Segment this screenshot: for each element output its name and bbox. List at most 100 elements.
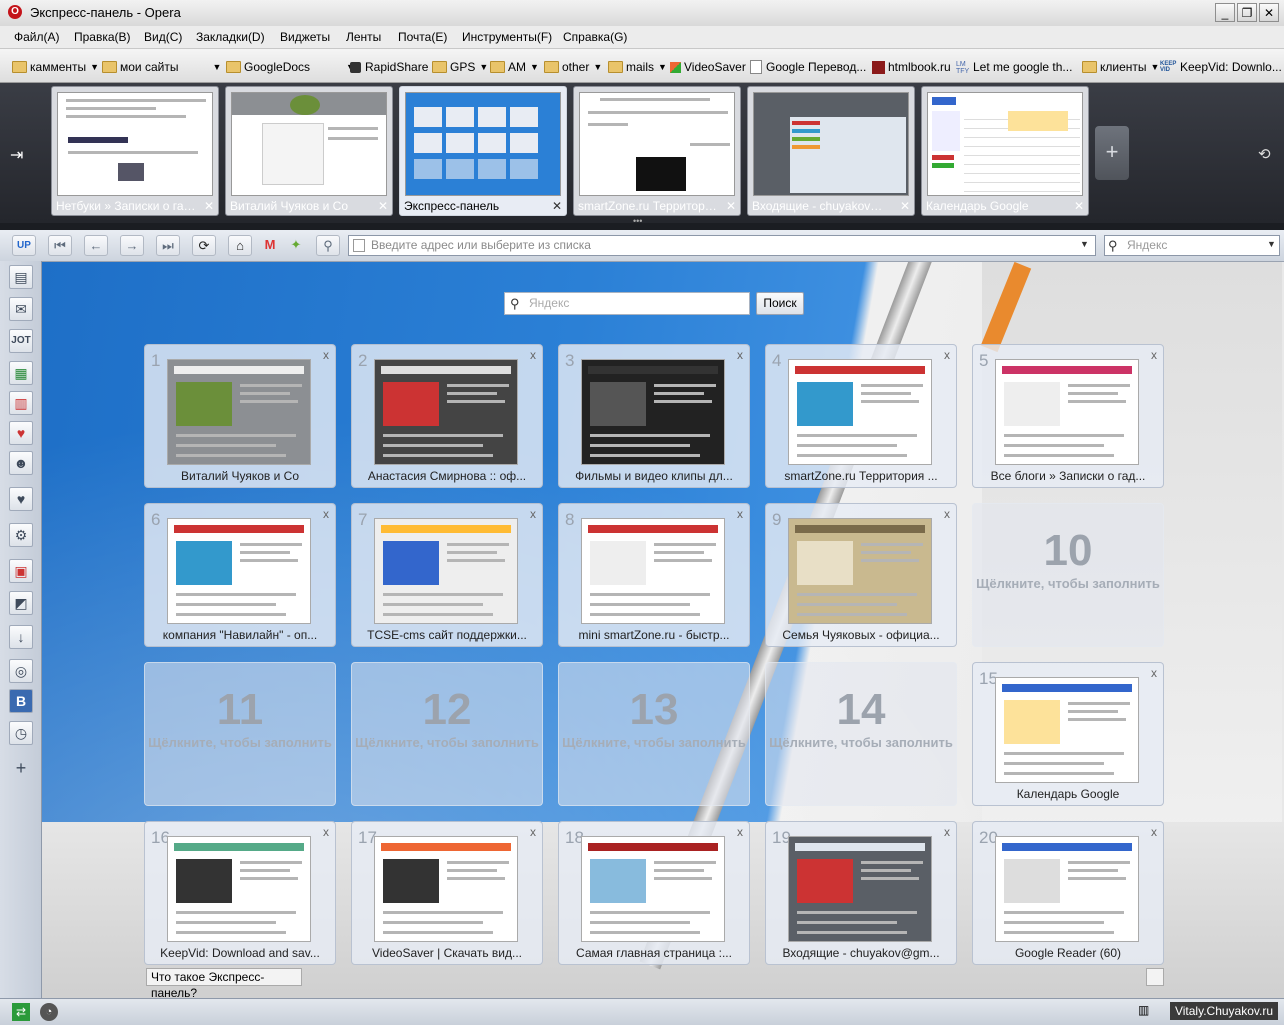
speed-dial-18[interactable]: 18 x Самая главная страница :... bbox=[558, 821, 750, 965]
speed-dial-13[interactable]: 13 Щёлкните, чтобы заполнить bbox=[558, 662, 750, 806]
bookmark-keepvid[interactable]: KEEP VID KeepVid: Downlo... bbox=[1160, 59, 1282, 75]
speed-dial-close-button[interactable]: x bbox=[944, 348, 950, 362]
new-tab-button[interactable]: + bbox=[1095, 126, 1129, 180]
tab-bar-resize-handle[interactable]: ••• bbox=[633, 217, 653, 226]
bookmark-folder-am[interactable]: AM ▼ bbox=[490, 59, 539, 75]
speed-dial-close-button[interactable]: x bbox=[323, 348, 329, 362]
bookmark-folder-comments[interactable]: камменты ▼ bbox=[12, 59, 99, 75]
bookmark-videosaver[interactable]: VideoSaver bbox=[670, 59, 746, 75]
bookmark-lmgtfy[interactable]: LM TFY Let me google th... bbox=[956, 59, 1072, 75]
bookmark-folder-clients[interactable]: клиенты ▼ bbox=[1082, 59, 1159, 75]
speed-dial-config-button[interactable] bbox=[1146, 968, 1164, 986]
address-field[interactable]: Введите адрес или выберите из списка bbox=[348, 235, 1096, 256]
speed-dial-6[interactable]: 6 x компания "Навилайн" - оп... bbox=[144, 503, 336, 647]
tab-close-button[interactable]: ✕ bbox=[378, 199, 388, 213]
history-icon[interactable]: ◷ bbox=[9, 721, 33, 745]
bookmark-folder-gps[interactable]: GPS ▼ bbox=[432, 59, 488, 75]
speed-dial-close-button[interactable]: x bbox=[1151, 666, 1157, 680]
bookmark-folder-my-sites[interactable]: мои сайты ▼ bbox=[102, 59, 221, 75]
tab-netbooks[interactable]: Нетбуки » Записки о гадж... ✕ bbox=[51, 86, 219, 216]
back-button[interactable]: ← bbox=[84, 235, 108, 256]
turbo-icon[interactable]: ⇄ bbox=[12, 1003, 30, 1021]
menu-bookmarks[interactable]: Закладки(D) bbox=[196, 30, 265, 44]
forward-button[interactable]: → bbox=[120, 235, 144, 256]
bird-icon[interactable]: ✦ bbox=[284, 235, 308, 256]
bookmark-icon[interactable]: ▥ bbox=[9, 391, 33, 415]
bookmark-folder-mails[interactable]: mails ▼ bbox=[608, 59, 667, 75]
widget-icon[interactable]: ◎ bbox=[9, 659, 33, 683]
tab-close-button[interactable]: ✕ bbox=[726, 199, 736, 213]
speed-icon[interactable]: ◔ bbox=[40, 1003, 58, 1021]
person-icon[interactable]: ☻ bbox=[9, 451, 33, 475]
chevron-down-icon[interactable]: ▼ bbox=[1267, 239, 1276, 249]
speed-dial-4[interactable]: 4 x smartZone.ru Территория ... bbox=[765, 344, 957, 488]
speed-dial-close-button[interactable]: x bbox=[530, 348, 536, 362]
chevron-down-icon[interactable]: ▼ bbox=[1080, 239, 1089, 249]
close-window-button[interactable]: ✕ bbox=[1259, 3, 1279, 22]
speed-dial-close-button[interactable]: x bbox=[530, 507, 536, 521]
bookmark2-icon[interactable]: ♥ bbox=[9, 421, 33, 445]
reload-button[interactable]: ⟳ bbox=[192, 235, 216, 256]
fast-forward-button[interactable]: ⏭ bbox=[156, 235, 180, 256]
tab-google-calendar[interactable]: Календарь Google ✕ bbox=[921, 86, 1089, 216]
tab-vitaly[interactable]: Виталий Чуяков и Со ✕ bbox=[225, 86, 393, 216]
bookmark-htmlbook[interactable]: htmlbook.ru bbox=[872, 59, 951, 75]
bookmark-folder-googledocs[interactable]: GoogleDocs▼ bbox=[226, 59, 355, 75]
menu-edit[interactable]: Правка(B) bbox=[74, 30, 131, 44]
speed-dial-close-button[interactable]: x bbox=[323, 825, 329, 839]
speed-dial-17[interactable]: 17 x VideoSaver | Скачать вид... bbox=[351, 821, 543, 965]
menu-view[interactable]: Вид(C) bbox=[144, 30, 182, 44]
speed-dial-search-input[interactable]: Яндекс bbox=[504, 292, 750, 315]
key-icon[interactable]: ⚲ bbox=[316, 235, 340, 256]
add-icon[interactable]: + bbox=[9, 757, 33, 781]
home-button[interactable]: ⌂ bbox=[228, 235, 252, 256]
downloads-icon[interactable]: ▦ bbox=[9, 361, 33, 385]
menu-tools[interactable]: Инструменты(F) bbox=[462, 30, 552, 44]
speed-dial-close-button[interactable]: x bbox=[1151, 348, 1157, 362]
speed-dial-19[interactable]: 19 x Входящие - chuyakov@gm... bbox=[765, 821, 957, 965]
speed-dial-1[interactable]: 1 x Виталий Чуяков и Со bbox=[144, 344, 336, 488]
speed-dial-11[interactable]: 11 Щёлкните, чтобы заполнить bbox=[144, 662, 336, 806]
bookmark-rapidshare[interactable]: RapidShare bbox=[350, 59, 428, 75]
tab-close-button[interactable]: ✕ bbox=[204, 199, 214, 213]
contacts-icon[interactable]: JOT bbox=[9, 329, 33, 353]
speed-dial-2[interactable]: 2 x Анастасия Смирнова :: оф... bbox=[351, 344, 543, 488]
bookmark-google-translate[interactable]: Google Перевод... bbox=[750, 59, 866, 75]
speed-dial-close-button[interactable]: x bbox=[944, 507, 950, 521]
tab-close-button[interactable]: ✕ bbox=[552, 199, 562, 213]
b-icon[interactable]: B bbox=[9, 689, 33, 713]
speed-dial-15[interactable]: 15 x Календарь Google bbox=[972, 662, 1164, 806]
speed-dial-5[interactable]: 5 x Все блоги » Записки о гад... bbox=[972, 344, 1164, 488]
closed-tabs-trash-icon[interactable]: ⟲ bbox=[1258, 145, 1280, 163]
menu-feeds[interactable]: Ленты bbox=[346, 30, 381, 44]
minimize-button[interactable]: _ bbox=[1215, 3, 1235, 22]
speed-dial-10[interactable]: 10 Щёлкните, чтобы заполнить bbox=[972, 503, 1164, 647]
menu-help[interactable]: Справка(G) bbox=[563, 30, 627, 44]
menu-file[interactable]: Файл(A) bbox=[14, 30, 60, 44]
menu-mail[interactable]: Почта(E) bbox=[398, 30, 447, 44]
speed-dial-help-link[interactable]: Что такое Экспресс-панель? bbox=[146, 968, 302, 998]
speed-dial-7[interactable]: 7 x TCSE-cms сайт поддержки... bbox=[351, 503, 543, 647]
speed-dial-close-button[interactable]: x bbox=[1151, 825, 1157, 839]
rewind-button[interactable]: ⏮ bbox=[48, 235, 72, 256]
speed-dial-close-button[interactable]: x bbox=[323, 507, 329, 521]
speed-dial-9[interactable]: 9 x Семья Чуяковых - официа... bbox=[765, 503, 957, 647]
maximize-button[interactable]: ❐ bbox=[1237, 3, 1257, 22]
gmail-icon[interactable]: M bbox=[258, 235, 282, 256]
page-icon[interactable]: ▣ bbox=[9, 559, 33, 583]
speed-dial-3[interactable]: 3 x Фильмы и видео клипы дл... bbox=[558, 344, 750, 488]
notes-icon[interactable]: ▤ bbox=[9, 265, 33, 289]
panel-up-icon[interactable]: UP bbox=[12, 235, 36, 256]
note-icon[interactable]: ◩ bbox=[9, 591, 33, 615]
speed-dial-close-button[interactable]: x bbox=[737, 825, 743, 839]
speed-dial-search-button[interactable]: Поиск bbox=[756, 292, 804, 315]
download-icon[interactable]: ↓ bbox=[9, 625, 33, 649]
speed-dial-8[interactable]: 8 x mini smartZone.ru - быстр... bbox=[558, 503, 750, 647]
mail-icon[interactable]: ✉ bbox=[9, 297, 33, 321]
tab-speed-dial[interactable]: Экспресс-панель ✕ bbox=[399, 86, 567, 216]
speed-dial-close-button[interactable]: x bbox=[944, 825, 950, 839]
gear-icon[interactable]: ⚙ bbox=[9, 523, 33, 547]
bookmark-folder-other[interactable]: other ▼ bbox=[544, 59, 602, 75]
heart-icon[interactable]: ♥ bbox=[9, 487, 33, 511]
panel-toggle-icon[interactable]: ▥ bbox=[1138, 1003, 1154, 1021]
